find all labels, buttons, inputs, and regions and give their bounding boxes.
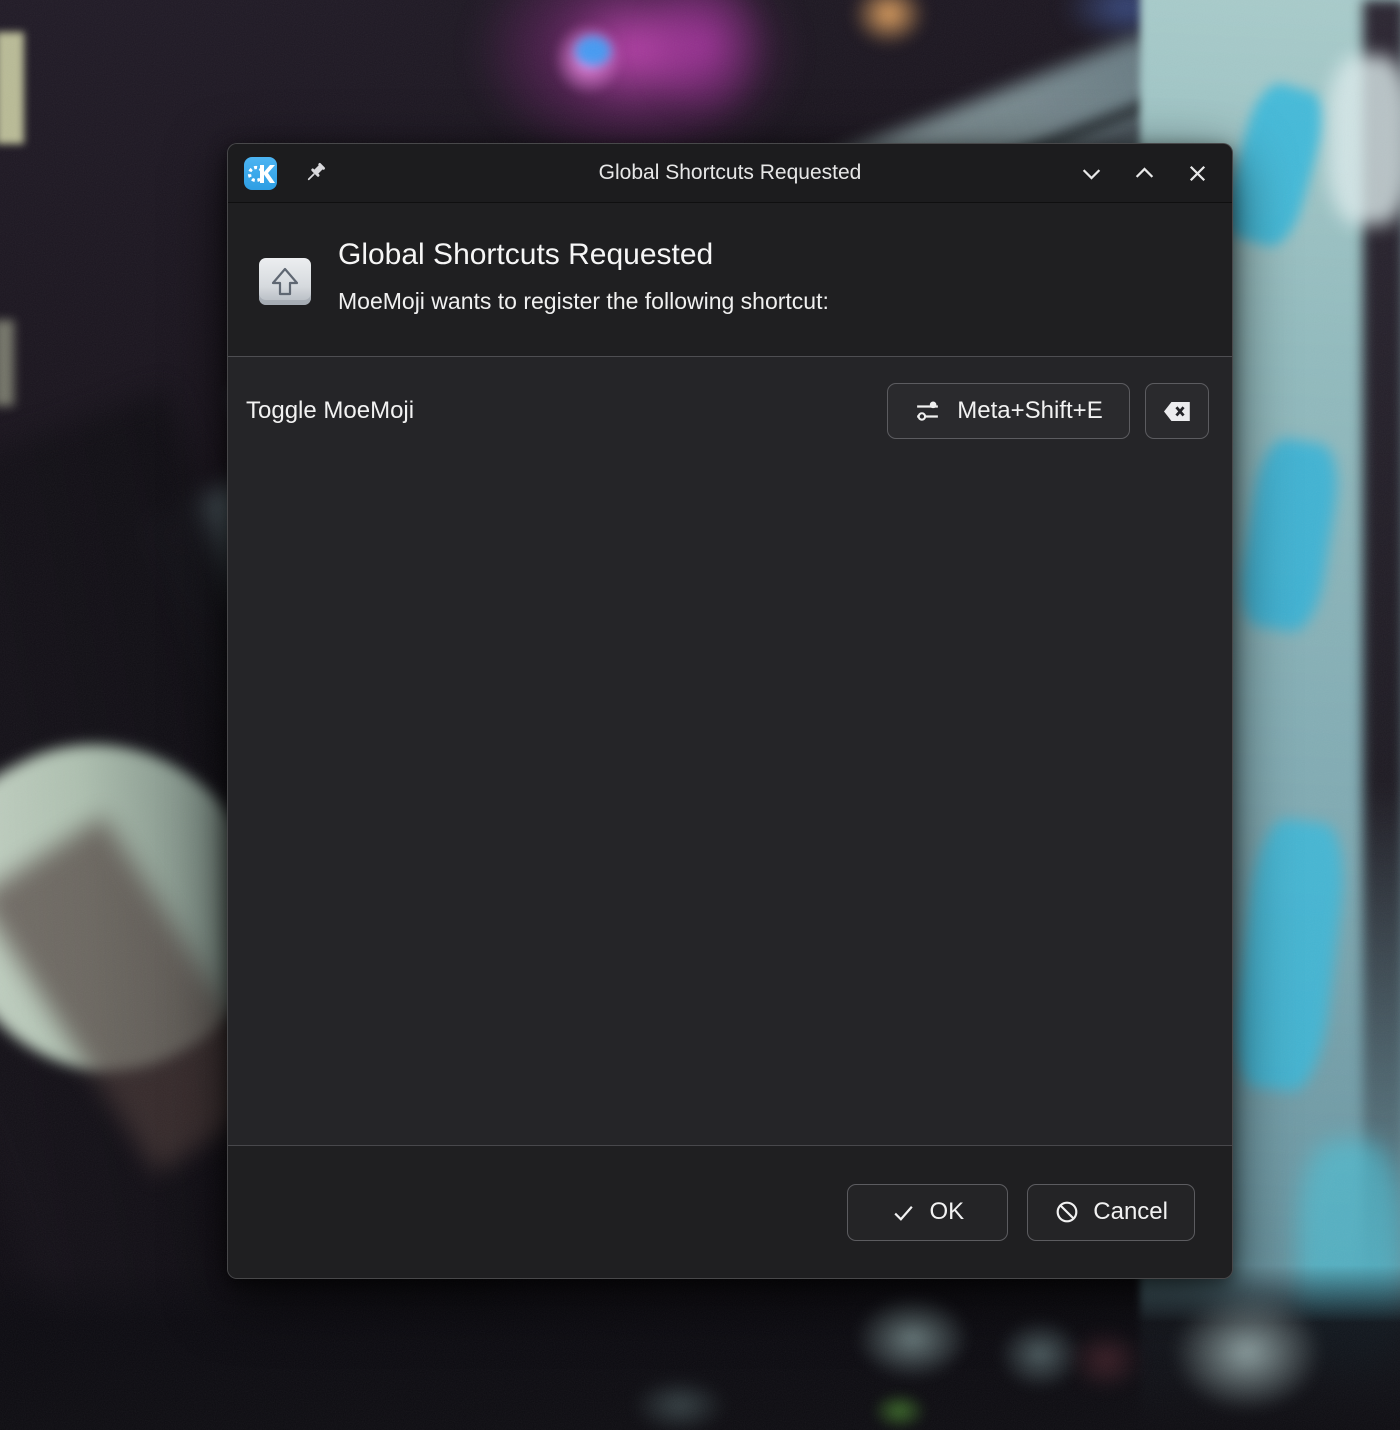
chevron-up-icon	[1131, 160, 1158, 187]
sliders-icon	[914, 398, 941, 425]
titlebar[interactable]: Global Shortcuts Requested	[228, 144, 1232, 203]
check-icon	[891, 1200, 916, 1225]
close-button[interactable]	[1182, 158, 1212, 188]
minimize-button[interactable]	[1076, 158, 1106, 188]
dialog-content: Toggle MoeMoji Meta+Shift+E	[228, 357, 1232, 1145]
dialog-global-shortcuts: Global Shortcuts Requested	[227, 143, 1233, 1279]
maximize-button[interactable]	[1129, 158, 1159, 188]
dialog-footer: OK Cancel	[228, 1145, 1232, 1278]
chevron-down-icon	[1078, 160, 1105, 187]
ok-button-label: OK	[929, 1198, 964, 1226]
pin-icon[interactable]	[300, 158, 330, 188]
clear-shortcut-button[interactable]	[1145, 383, 1209, 439]
header-text: Global Shortcuts Requested MoeMoji wants…	[338, 238, 829, 356]
shift-key-icon	[259, 258, 311, 305]
dialog-header: Global Shortcuts Requested MoeMoji wants…	[228, 203, 1232, 357]
shortcut-button[interactable]: Meta+Shift+E	[887, 383, 1130, 439]
ok-button[interactable]: OK	[847, 1184, 1008, 1241]
dialog-heading: Global Shortcuts Requested	[338, 238, 829, 273]
cancel-button[interactable]: Cancel	[1027, 1184, 1195, 1241]
close-icon	[1184, 160, 1211, 187]
shortcut-controls: Meta+Shift+E	[887, 383, 1209, 439]
backspace-icon	[1162, 399, 1192, 424]
desktop: Global Shortcuts Requested	[0, 0, 1400, 1430]
window-controls	[1076, 158, 1216, 188]
kde-logo-icon[interactable]	[244, 157, 277, 190]
cancel-button-label: Cancel	[1093, 1198, 1168, 1226]
dialog-message: MoeMoji wants to register the following …	[338, 288, 829, 315]
shortcut-action-label: Toggle MoeMoji	[246, 397, 414, 425]
shortcut-button-label: Meta+Shift+E	[957, 397, 1102, 425]
slashed-circle-icon	[1054, 1199, 1080, 1225]
shortcut-row: Toggle MoeMoji Meta+Shift+E	[228, 357, 1232, 439]
